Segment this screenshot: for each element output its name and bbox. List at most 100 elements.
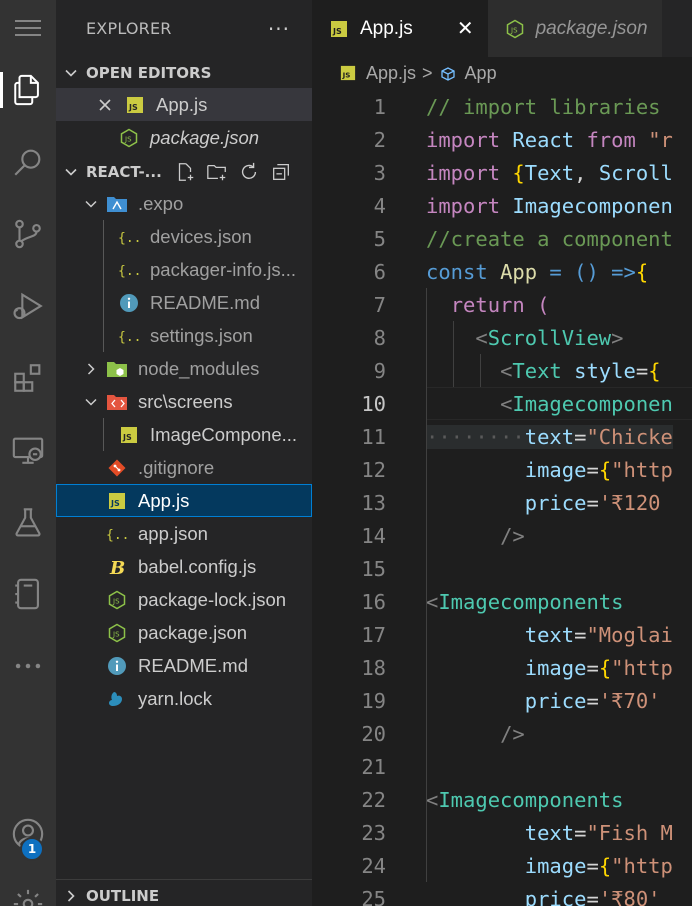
file-name: App.js: [156, 93, 208, 115]
js-file-icon: JS: [106, 490, 128, 512]
run-debug-icon[interactable]: [0, 282, 56, 330]
nodejs-file-icon: JS: [106, 622, 128, 644]
tab-label: package.json: [535, 17, 648, 39]
tab-label: App.js: [360, 17, 413, 39]
refresh-icon[interactable]: [238, 161, 260, 183]
file-name: app.json: [138, 522, 208, 544]
new-file-icon[interactable]: [174, 161, 196, 183]
tree-file-app-json[interactable]: {..} app.json: [56, 517, 312, 550]
code-line: 4 import Imagecomponen: [373, 193, 673, 218]
breadcrumb-symbol[interactable]: App: [465, 63, 497, 84]
svg-text:JS: JS: [124, 135, 132, 143]
file-name: devices.json: [150, 225, 252, 247]
tree-folder-node-modules[interactable]: node_modules: [56, 352, 312, 385]
file-name: .gitignore: [138, 456, 215, 478]
code-line: 19 price='₹70': [361, 688, 661, 713]
code-line: 14 />: [361, 523, 525, 548]
close-icon[interactable]: [94, 94, 116, 116]
info-icon: [118, 292, 140, 314]
svg-text:JS: JS: [110, 499, 120, 508]
svg-text:{..}: {..}: [118, 264, 140, 278]
tree-folder-expo[interactable]: .expo: [56, 187, 312, 220]
collapse-all-icon[interactable]: [270, 161, 292, 183]
file-name: node_modules: [138, 357, 260, 379]
tree-file-app-js[interactable]: JS App.js: [56, 484, 312, 517]
tree-file-packager-info[interactable]: {..} packager-info.js...: [56, 253, 312, 286]
indent-guide: [103, 253, 104, 286]
tree-file-babel-config[interactable]: B babel.config.js: [56, 550, 312, 583]
nodejs-file-icon: JS: [106, 589, 128, 611]
tab-package-json[interactable]: JS package.json: [487, 0, 662, 57]
extensions-icon[interactable]: [0, 354, 56, 402]
file-name: babel.config.js: [138, 555, 257, 577]
chevron-down-icon: [56, 66, 86, 80]
svg-text:JS: JS: [332, 27, 342, 36]
tree-file-package-json[interactable]: JS package.json: [56, 616, 312, 649]
close-tab-icon[interactable]: ✕: [457, 16, 474, 41]
file-name: package.json: [150, 126, 260, 148]
svg-text:JS: JS: [112, 630, 120, 638]
tree-file-package-lock[interactable]: JS package-lock.json: [56, 583, 312, 616]
code-line: 24 image={"http: [361, 853, 673, 878]
code-line: 15: [361, 556, 386, 581]
section-label: OUTLINE: [86, 887, 160, 905]
new-folder-icon[interactable]: [206, 161, 228, 183]
tree-file-gitignore[interactable]: .gitignore: [56, 451, 312, 484]
views-more-icon[interactable]: ···: [268, 17, 290, 41]
notification-badge: 1: [20, 837, 44, 861]
chevron-right-icon: [84, 358, 98, 380]
node-folder-icon: [106, 358, 128, 380]
code-line: 9 <Text style={: [373, 358, 661, 383]
code-line: 18 image={"http: [361, 655, 673, 680]
tree-file-readme-expo[interactable]: README.md: [56, 286, 312, 319]
sidebar-title: EXPLORER: [86, 19, 172, 38]
tree-file-devices-json[interactable]: {..} devices.json: [56, 220, 312, 253]
open-editor-package-json[interactable]: JS package.json: [56, 121, 312, 154]
tab-app-js[interactable]: JS App.js ✕: [312, 0, 488, 57]
json-braces-icon: {..}: [118, 325, 140, 347]
code-line: 7 return (: [373, 292, 550, 317]
explorer-icon[interactable]: [0, 66, 56, 114]
testing-icon[interactable]: [0, 498, 56, 546]
code-line: 22 <Imagecomponents: [361, 787, 624, 812]
code-line: 25 price='₹80': [361, 886, 661, 906]
js-file-icon: JS: [124, 94, 146, 116]
file-name: package-lock.json: [138, 588, 287, 610]
code-line: 6 const App = () =>{: [373, 259, 649, 284]
git-icon: [106, 457, 128, 479]
tree-file-imagecomponents[interactable]: JS ImageCompone...: [56, 418, 312, 451]
svg-text:{..}: {..}: [118, 231, 140, 245]
breadcrumb-file[interactable]: App.js: [366, 63, 416, 84]
tree-folder-src-screens[interactable]: src\screens: [56, 385, 312, 418]
code-editor[interactable]: 1// import libraries 2 import React from …: [312, 90, 692, 906]
tree-file-yarn-lock[interactable]: yarn.lock: [56, 682, 312, 715]
project-section[interactable]: REACT-...: [56, 156, 312, 187]
file-name: src\screens: [138, 390, 233, 412]
file-name: .expo: [138, 192, 184, 214]
settings-icon[interactable]: [0, 880, 56, 906]
info-icon: [106, 655, 128, 677]
bookmarks-icon[interactable]: [0, 570, 56, 618]
sidebar-header: EXPLORER ···: [56, 0, 312, 57]
json-braces-icon: {..}: [106, 523, 128, 545]
code-line: 12 image={"http: [361, 457, 673, 482]
babel-icon: B: [106, 556, 128, 578]
code-line: 3 import {Text, Scroll: [373, 160, 673, 185]
search-icon[interactable]: [0, 138, 56, 186]
tree-file-settings-json[interactable]: {..} settings.json: [56, 319, 312, 352]
code-line: 2 import React from "r: [373, 127, 673, 152]
open-editor-app-js[interactable]: JS App.js: [56, 88, 312, 121]
menu-icon[interactable]: [0, 16, 56, 40]
code-line: 16 <Imagecomponents: [361, 589, 624, 614]
svg-text:JS: JS: [122, 433, 132, 442]
indent-guide: [103, 286, 104, 319]
source-control-icon[interactable]: [0, 210, 56, 258]
svg-text:JS: JS: [342, 70, 351, 79]
svg-text:JS: JS: [128, 103, 138, 112]
outline-section[interactable]: OUTLINE: [56, 879, 312, 906]
open-editors-section[interactable]: OPEN EDITORS: [56, 57, 312, 88]
code-line: 11 ········text="Chicke: [361, 424, 673, 449]
remote-explorer-icon[interactable]: [0, 426, 56, 474]
more-icon[interactable]: [0, 642, 56, 690]
tree-file-readme[interactable]: README.md: [56, 649, 312, 682]
